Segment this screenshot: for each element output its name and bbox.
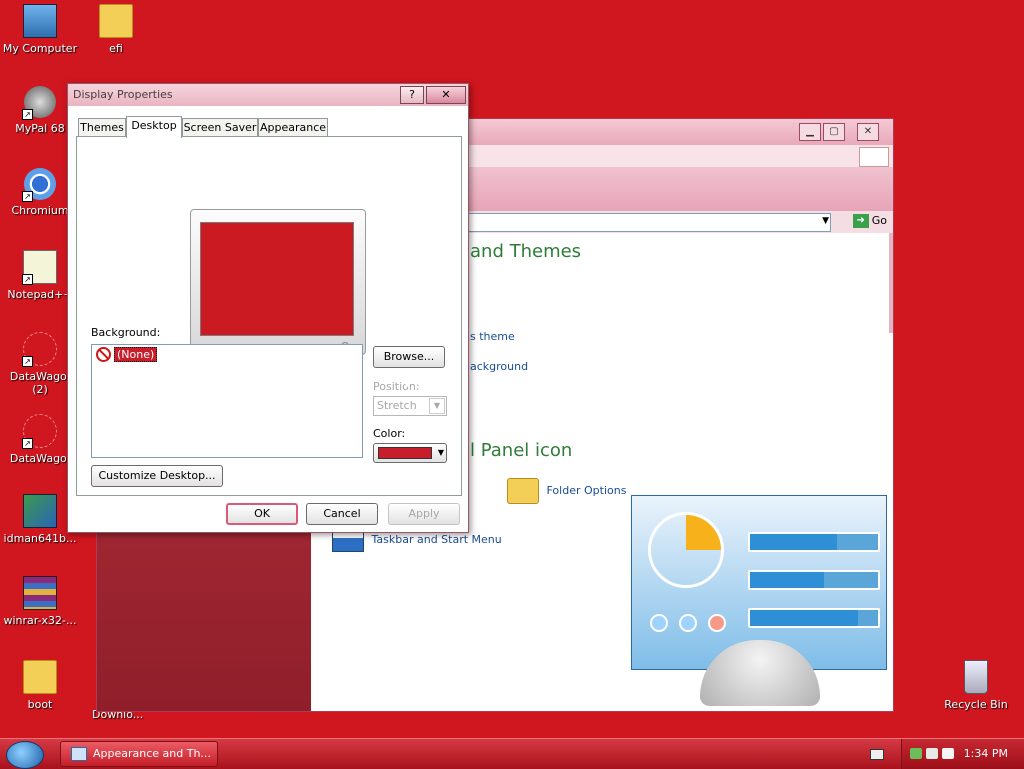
raccoon-icon: ↗: [22, 86, 56, 120]
task-link-theme[interactable]: s theme: [470, 330, 515, 343]
position-value: Stretch: [377, 399, 417, 412]
desktop-icon-label: idman641b...: [3, 532, 77, 545]
chevron-down-icon: ▼: [437, 448, 444, 457]
browse-button[interactable]: Browse...: [373, 346, 445, 368]
maximize-button[interactable]: ▢: [823, 123, 845, 141]
datawago-icon: ↗: [22, 414, 57, 449]
background-list[interactable]: (None): [91, 344, 363, 458]
indicator-dot: [650, 614, 668, 632]
preview-screen: [200, 222, 354, 336]
minimize-button[interactable]: ▁: [799, 123, 821, 141]
position-select[interactable]: Stretch ▼: [373, 396, 447, 416]
apply-button[interactable]: Apply: [388, 503, 460, 525]
category-heading: and Themes: [470, 241, 582, 262]
desktop-icon-label: winrar-x32-...: [3, 614, 77, 627]
desktop-icon-my-computer[interactable]: My Computer: [2, 4, 78, 55]
none-icon: [96, 347, 111, 362]
tab-appearance[interactable]: Appearance: [258, 118, 328, 137]
computer-icon: [23, 4, 57, 38]
system-tray: 1:34 PM: [901, 739, 1024, 769]
start-button[interactable]: [6, 741, 44, 769]
desktop-icon-winrar[interactable]: winrar-x32-...: [2, 576, 78, 627]
help-button[interactable]: ?: [400, 86, 424, 104]
keyboard-icon[interactable]: [870, 749, 884, 760]
folder-icon: [23, 660, 57, 694]
chevron-down-icon: ▼: [429, 398, 445, 414]
recycle-bin-icon: [964, 660, 988, 694]
chromium-icon: ↗: [22, 168, 56, 202]
control-panel-icon-heading: l Panel icon: [470, 440, 573, 461]
color-picker-button[interactable]: ▼: [373, 443, 447, 463]
folder-options-link[interactable]: Folder Options: [507, 478, 626, 504]
winrar-icon: [23, 576, 57, 610]
datawago-icon: ↗: [22, 332, 57, 367]
go-arrow-icon: ➜: [852, 214, 869, 228]
tab-desktop[interactable]: Desktop: [126, 116, 182, 138]
display-properties-dialog[interactable]: Display Properties ? ✕ Themes Desktop Sc…: [67, 83, 469, 533]
level-bar: [748, 608, 880, 628]
network-icon[interactable]: [910, 748, 922, 759]
list-item[interactable]: (None): [96, 346, 158, 362]
level-bar: [748, 532, 880, 552]
customize-desktop-button[interactable]: Customize Desktop...: [91, 465, 223, 487]
color-swatch: [378, 447, 432, 459]
list-item-label: (None): [114, 346, 158, 362]
color-label: Color:: [373, 427, 406, 440]
desktop-icon-label: My Computer: [2, 42, 78, 55]
indicator-dot: [708, 614, 726, 632]
indicator-dot: [679, 614, 697, 632]
monitor-preview: [190, 209, 366, 355]
level-bar: [748, 570, 880, 590]
folder-icon: [99, 4, 133, 38]
folder-options-label: Folder Options: [546, 484, 627, 497]
ok-button[interactable]: OK: [226, 503, 298, 525]
desktop-icon-boot[interactable]: boot: [2, 660, 78, 711]
desktop-icon-label: efi: [109, 42, 123, 55]
folder-options-icon: [507, 478, 539, 504]
clock[interactable]: 1:34 PM: [964, 747, 1008, 760]
background-label: Background:: [91, 326, 161, 339]
installer-icon: [23, 494, 57, 528]
desktop-icon-efi[interactable]: efi: [78, 4, 154, 55]
tab-screen-saver[interactable]: Screen Saver: [182, 118, 258, 137]
volume-icon[interactable]: [942, 748, 954, 759]
task-link-background[interactable]: ackground: [470, 360, 528, 373]
desktop-tab-panel: Background: (None) Browse... Position: S…: [76, 136, 462, 496]
dialog-title: Display Properties: [73, 88, 173, 101]
desktop-icon-label: Recycle Bin: [944, 698, 1008, 711]
tab-themes[interactable]: Themes: [78, 118, 126, 137]
security-icon[interactable]: [926, 748, 938, 759]
taskbar-button-appearance[interactable]: Appearance and Th...: [60, 741, 218, 767]
taskbar-start-menu-label: Taskbar and Start Menu: [371, 533, 502, 546]
taskbar-button-label: Appearance and Th...: [93, 747, 211, 760]
scrollbar[interactable]: [889, 233, 893, 333]
close-button[interactable]: ✕: [857, 123, 879, 141]
close-button[interactable]: ✕: [426, 86, 466, 104]
notepadpp-icon: ↗: [22, 250, 57, 285]
window-icon: [71, 747, 87, 761]
pie-gauge-icon: [648, 512, 724, 588]
taskbar: Appearance and Th... 1:34 PM: [0, 738, 1024, 769]
go-button[interactable]: ➜ Go: [852, 214, 887, 228]
desktop-icon-recycle-bin[interactable]: Recycle Bin: [938, 660, 1014, 711]
chevron-down-icon[interactable]: ▼: [822, 216, 829, 226]
go-label: Go: [871, 214, 887, 227]
cancel-button[interactable]: Cancel: [306, 503, 378, 525]
desktop-icon-label: boot: [27, 698, 53, 711]
windows-logo-icon: [859, 147, 889, 167]
